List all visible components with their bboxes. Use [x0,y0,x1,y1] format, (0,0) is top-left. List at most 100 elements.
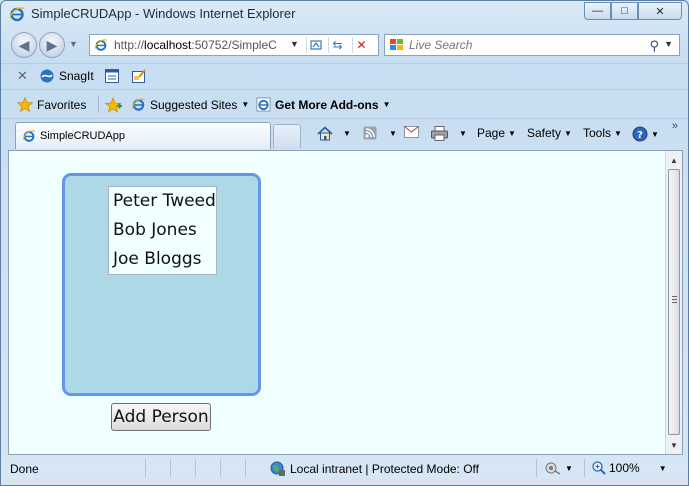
zoom-level: 100% [609,461,640,475]
browser-window: SimpleCRUDApp - Windows Internet Explore… [0,0,689,486]
chevron-down-icon: ▼ [343,129,351,138]
chevron-down-icon: ▼ [459,129,467,138]
suggested-sites-label: Suggested Sites [150,97,238,112]
help-icon: ? [632,126,648,142]
favorites-bar: Favorites Suggested Sites ▼ Get More Add… [1,89,688,117]
print-button[interactable]: ▼ [431,126,467,141]
status-pane [245,459,270,477]
search-icon[interactable]: ⚲ [649,38,659,54]
tools-menu[interactable]: Tools ▼ [583,126,622,140]
tools-menu-label: Tools [583,126,612,140]
forward-button[interactable]: ▶ [39,32,65,58]
title-bar[interactable]: SimpleCRUDApp - Windows Internet Explore… [1,1,688,27]
svg-text:?: ? [637,130,643,141]
status-pane [145,459,170,477]
help-button[interactable]: ? ▼ [632,126,659,142]
get-more-addons-button[interactable]: Get More Add-ons ▼ [256,97,390,112]
scroll-down-icon[interactable]: ▼ [668,438,680,452]
favorites-button[interactable]: Favorites [17,97,86,112]
back-arrow-icon: ◀ [18,36,30,53]
scroll-thumb[interactable] [668,169,680,435]
zoom-control[interactable]: 100% ▼ [592,461,667,475]
forward-arrow-icon: ▶ [46,36,58,53]
address-dropdown-icon[interactable]: ▼ [290,39,299,49]
caption-buttons: — □ ✕ [584,2,682,20]
list-item[interactable]: Bob Jones [109,216,216,245]
chevron-down-icon: ▼ [508,128,516,138]
home-button[interactable]: ▼ [317,126,351,141]
status-pane [195,459,220,477]
scroll-up-icon[interactable]: ▲ [668,153,680,167]
address-bar[interactable]: http://localhost:50752/SimpleC ▼ ⇆ ✕ [89,34,379,56]
list-item[interactable]: Peter Tweed [109,187,216,216]
add-favorite-icon [105,97,122,113]
maximize-icon: □ [621,5,628,17]
safety-menu-label: Safety [527,126,562,140]
ie-page-icon [256,97,271,112]
chevron-down-icon: ▼ [614,128,622,138]
security-zone[interactable]: Local intranet | Protected Mode: Off [270,461,479,477]
status-text: Done [10,462,39,476]
recent-pages-dropdown-icon[interactable]: ▼ [69,39,78,49]
snagit-button[interactable]: SnagIt [59,69,94,83]
people-listbox[interactable]: Peter Tweed Bob Jones Joe Bloggs [108,186,217,275]
toolbar-separator [98,95,99,113]
back-button[interactable]: ◀ [11,32,37,58]
live-search-logo-icon [390,39,403,50]
close-icon: ✕ [655,5,665,18]
more-commands-icon[interactable]: » [672,120,678,132]
read-mail-button[interactable] [404,126,419,138]
navigation-bar: ◀ ▶ ▼ http://localhost:50752/SimpleC ▼ ⇆… [1,29,688,61]
grip-icon [672,296,677,303]
ie-page-icon [131,98,146,111]
safety-menu[interactable]: Safety ▼ [527,126,572,140]
snagit-logo-icon [40,69,54,83]
tab-command-bar: SimpleCRUDApp ▼ ▼ ▼ Page ▼ Safety ▼ Tool… [1,118,688,149]
maximize-button[interactable]: □ [611,2,638,20]
mail-icon [404,126,419,138]
window-title: SimpleCRUDApp - Windows Internet Explore… [31,6,296,21]
snagit-editor-icon[interactable] [131,68,147,84]
protected-mode-settings[interactable]: ▼ [545,461,573,475]
security-settings-icon [545,462,561,475]
vertical-scrollbar[interactable]: ▲ ▼ [665,151,682,454]
feeds-button[interactable]: ▼ [363,126,397,140]
favorites-star-icon [17,97,33,112]
capture-window-icon[interactable] [104,68,120,84]
chevron-down-icon: ▼ [382,100,391,109]
close-button[interactable]: ✕ [638,2,682,20]
new-tab-button[interactable] [273,124,301,148]
refresh-icon[interactable]: ⇆ [328,37,346,53]
get-more-addons-label: Get More Add-ons [275,97,379,112]
search-input[interactable] [409,38,639,52]
address-url[interactable]: http://localhost:50752/SimpleC [114,38,290,52]
list-item[interactable]: Joe Bloggs [109,245,216,274]
search-box[interactable]: ⚲ ▼ [384,34,680,56]
page-menu[interactable]: Page ▼ [477,126,516,140]
suggested-sites-button[interactable]: Suggested Sites ▼ [131,97,249,112]
snagit-toolbar: ✕ SnagIt [1,63,688,87]
stop-icon[interactable]: ✕ [352,37,370,53]
compatibility-view-icon[interactable] [306,37,324,53]
search-dropdown-icon[interactable]: ▼ [664,39,673,49]
minimize-icon: — [592,5,603,17]
home-icon [317,126,333,141]
status-pane [220,459,245,477]
favorites-label: Favorites [37,97,87,112]
close-toolbar-icon[interactable]: ✕ [17,68,28,84]
status-separator [584,459,585,477]
window-bottom-border [1,479,688,485]
ie-page-icon [22,130,36,142]
chevron-down-icon: ▼ [389,128,397,138]
minimize-button[interactable]: — [584,2,611,20]
zoom-icon [592,461,606,475]
status-separator [536,459,537,477]
add-person-button[interactable]: Add Person [111,403,211,431]
rss-feed-icon [363,126,377,140]
globe-icon [270,461,285,476]
chevron-down-icon: ▼ [564,128,572,138]
tab-label: SimpleCRUDApp [40,130,125,142]
security-zone-label: Local intranet | Protected Mode: Off [290,462,479,476]
tab-simplecrudapp[interactable]: SimpleCRUDApp [15,122,271,149]
add-to-favorites-bar-button[interactable] [105,97,123,113]
